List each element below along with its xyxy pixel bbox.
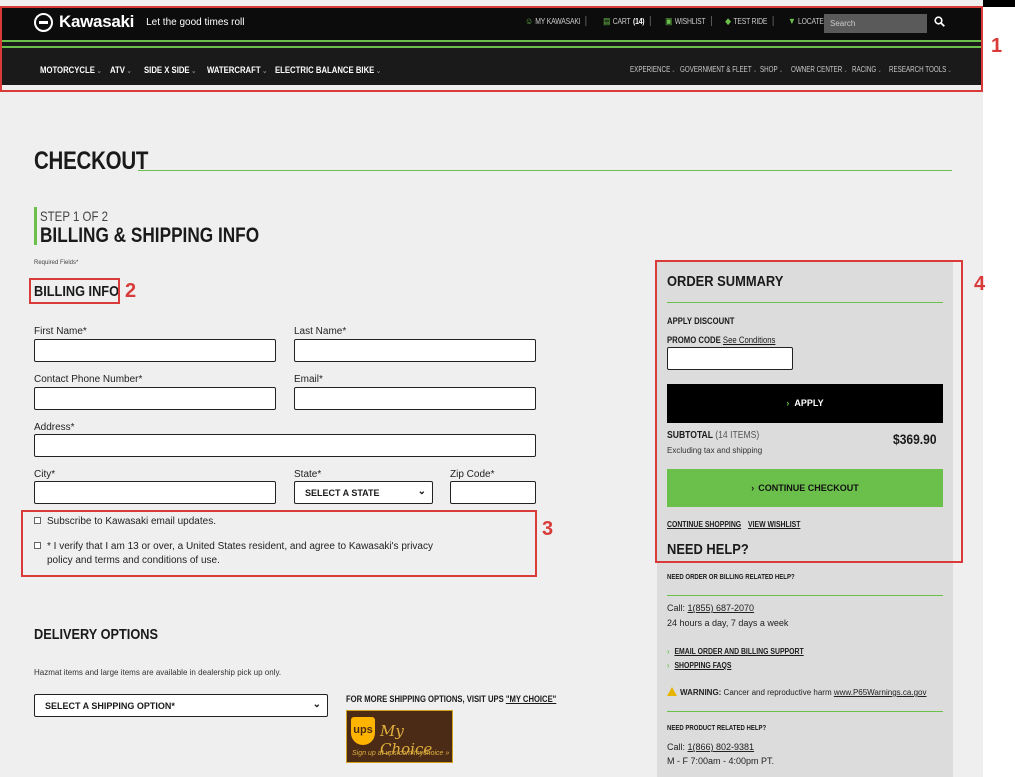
p65-link[interactable]: www.P65Warnings.ca.gov [834, 688, 927, 697]
help-divider-2 [667, 711, 943, 712]
call-prefix-2: Call: [667, 742, 688, 752]
arrow-icon: › [667, 647, 670, 656]
product-phone-link[interactable]: 1(866) 802-9381 [688, 742, 755, 752]
prop65-warning: WARNING: Cancer and reproductive harm ww… [667, 687, 926, 697]
shopping-faqs-link[interactable]: › SHOPPING FAQS [667, 661, 731, 670]
title-divider [138, 170, 952, 171]
order-help-heading: NEED ORDER OR BILLING RELATED HELP? [667, 574, 795, 581]
zip-field[interactable] [450, 481, 536, 504]
shopping-faqs-label: SHOPPING FAQS [674, 661, 732, 670]
my-choice-link[interactable]: "MY CHOICE" [506, 694, 556, 704]
product-help-heading: NEED PRODUCT RELATED HELP? [667, 725, 767, 732]
warning-icon [667, 687, 677, 696]
annotation-box-2 [29, 278, 120, 304]
last-name-label: Last Name* [294, 326, 347, 337]
more-shipping-prefix: FOR MORE SHIPPING OPTIONS, VISIT UPS [346, 694, 506, 704]
chevron-down-icon: ⌄ [417, 486, 426, 497]
first-name-label: First Name* [34, 326, 87, 337]
right-margin [983, 0, 1015, 777]
warning-text: Cancer and reproductive harm [721, 688, 834, 697]
phone-field[interactable] [34, 387, 276, 410]
annotation-box-1 [0, 6, 983, 92]
phone-label: Contact Phone Number* [34, 374, 143, 385]
hazmat-note: Hazmat items and large items are availab… [34, 668, 282, 677]
shipping-option-value: SELECT A SHIPPING OPTION* [45, 701, 175, 711]
warning-label: WARNING: [680, 688, 722, 697]
ups-signup: Sign up at ups.com/mychoice » [352, 750, 450, 757]
step-title: BILLING & SHIPPING INFO [40, 224, 260, 247]
state-label: State* [294, 469, 322, 480]
delivery-heading: DELIVERY OPTIONS [34, 626, 158, 643]
email-support-label: EMAIL ORDER AND BILLING SUPPORT [674, 647, 804, 656]
first-name-field[interactable] [34, 339, 276, 362]
annotation-label-1: 1 [991, 35, 1003, 57]
page-title: CHECKOUT [34, 147, 149, 175]
email-label: Email* [294, 374, 323, 385]
call-prefix: Call: [667, 603, 688, 613]
more-shipping-text: FOR MORE SHIPPING OPTIONS, VISIT UPS "MY… [346, 694, 556, 704]
city-label: City* [34, 469, 56, 480]
ups-shield-logo: ups [351, 717, 375, 745]
chevron-down-icon: ⌄ [312, 699, 321, 710]
help-divider [667, 595, 943, 596]
ups-my-choice-banner[interactable]: ups My Choice Sign up at ups.com/mychoic… [346, 710, 453, 763]
annotation-label-2: 2 [125, 280, 137, 302]
step-accent-bar [34, 207, 37, 245]
required-note: Required Fields* [34, 260, 79, 266]
annotation-box-3 [21, 510, 537, 577]
top-corner [983, 0, 1015, 7]
annotation-label-4: 4 [974, 273, 986, 295]
order-hours: 24 hours a day, 7 days a week [667, 618, 789, 628]
annotation-box-4 [655, 260, 963, 563]
shipping-option-select[interactable]: SELECT A SHIPPING OPTION* ⌄ [34, 694, 328, 717]
email-field[interactable] [294, 387, 536, 410]
order-call-row: Call: 1(855) 687-2070 [667, 603, 754, 613]
annotation-label-3: 3 [542, 518, 554, 540]
last-name-field[interactable] [294, 339, 536, 362]
email-support-link[interactable]: › EMAIL ORDER AND BILLING SUPPORT [667, 647, 804, 656]
arrow-icon: › [667, 661, 670, 670]
order-phone-link[interactable]: 1(855) 687-2070 [688, 603, 755, 613]
product-hours: M - F 7:00am - 4:00pm PT. [667, 756, 775, 766]
zip-label: Zip Code* [450, 469, 495, 480]
address-field[interactable] [34, 434, 536, 457]
state-select[interactable]: SELECT A STATE ⌄ [294, 481, 433, 504]
step-label: STEP 1 OF 2 [40, 208, 109, 224]
product-call-row: Call: 1(866) 802-9381 [667, 742, 754, 752]
state-select-value: SELECT A STATE [305, 488, 380, 498]
address-label: Address* [34, 422, 75, 433]
city-field[interactable] [34, 481, 276, 504]
